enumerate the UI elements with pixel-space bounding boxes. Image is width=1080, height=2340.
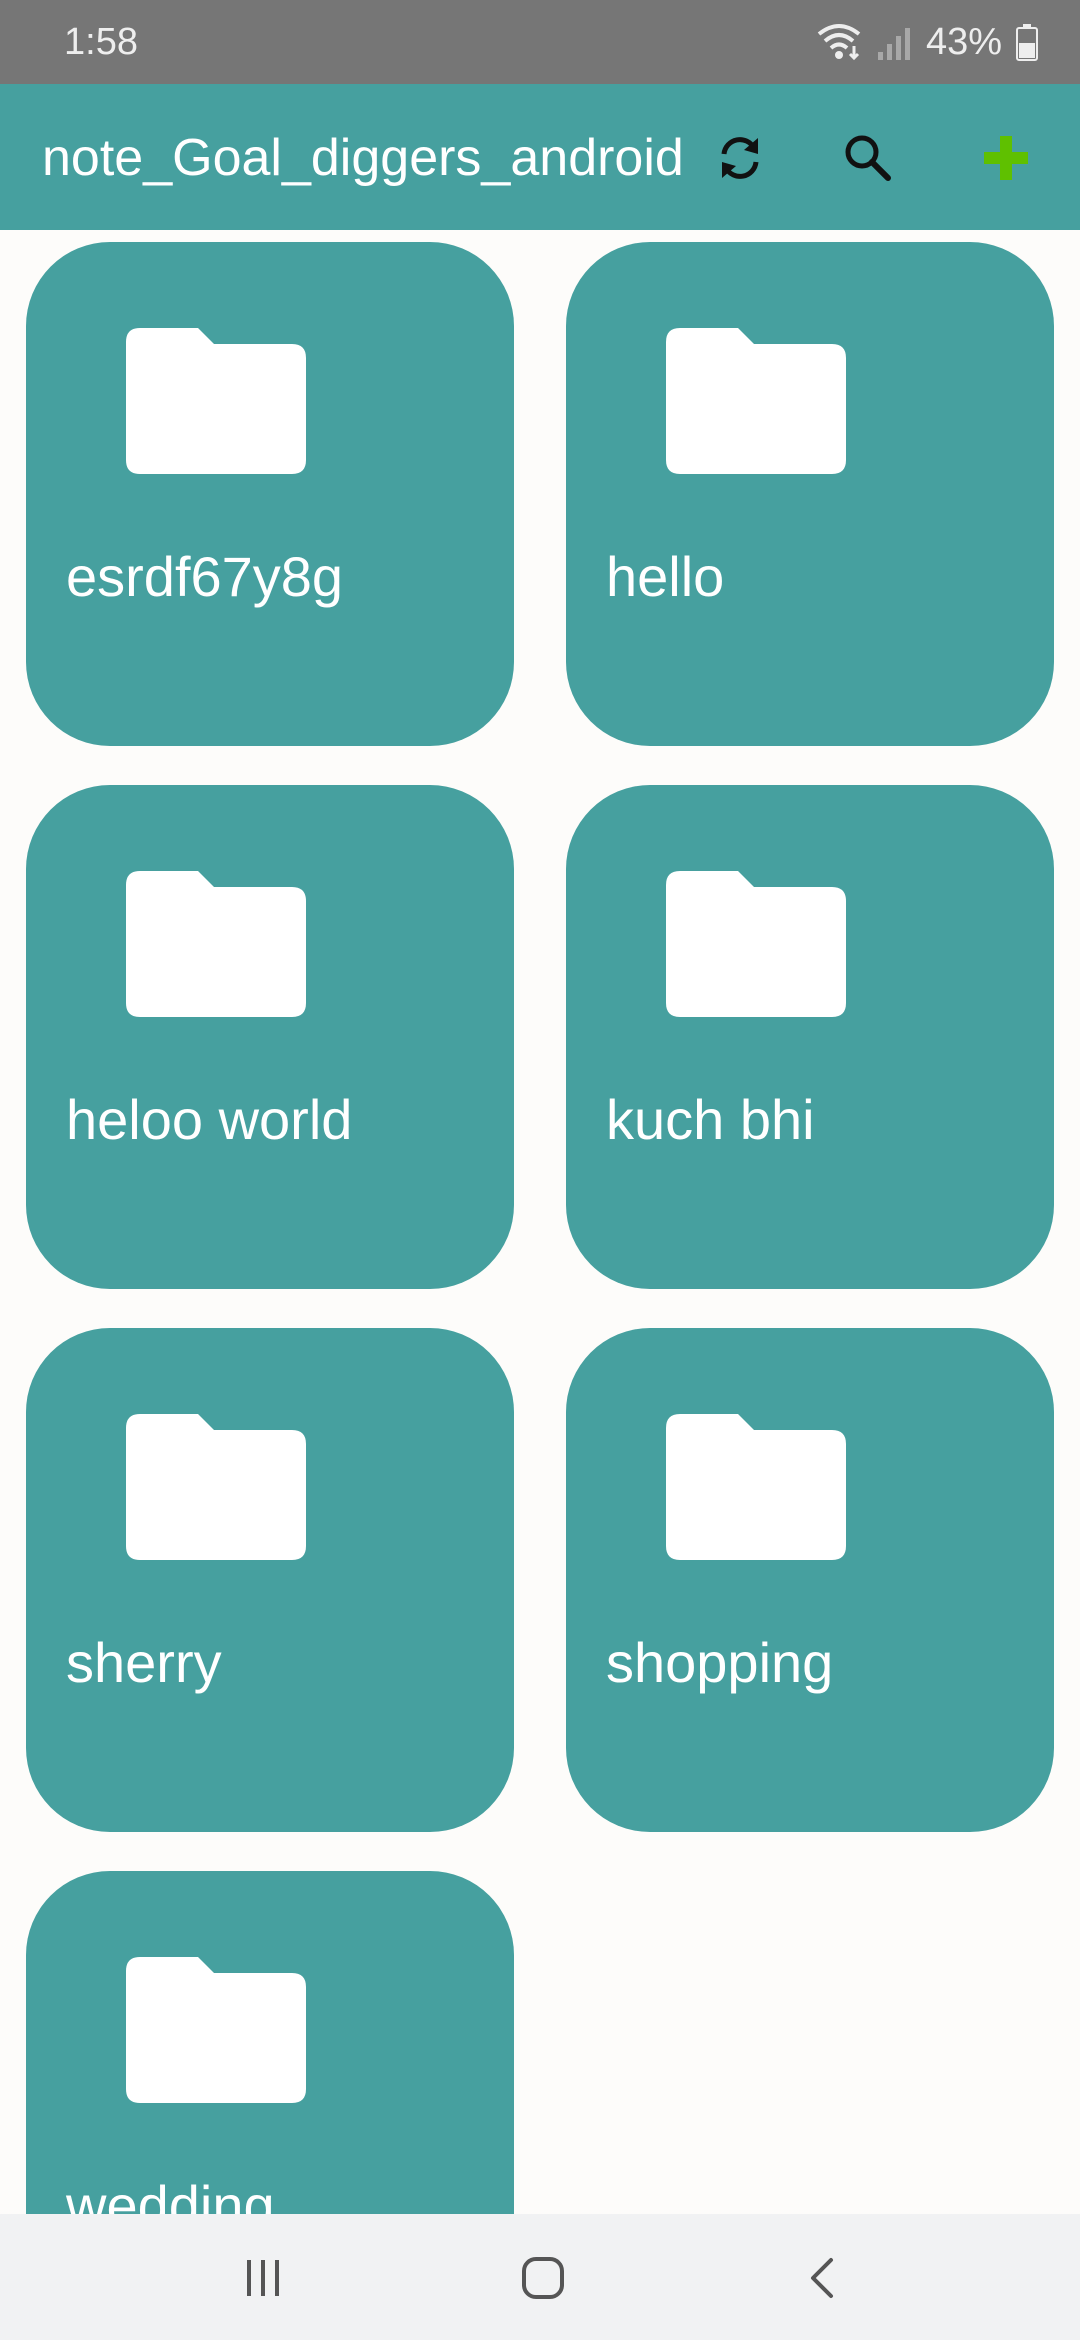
sync-button[interactable]	[704, 122, 776, 194]
wifi-icon	[817, 24, 861, 61]
home-icon	[522, 2257, 564, 2299]
folder-name: kuch bhi	[606, 1088, 815, 1151]
folder-name: esrdf67y8g	[66, 545, 344, 608]
navigation-bar	[0, 2214, 1080, 2340]
home-button[interactable]	[498, 2236, 588, 2320]
battery-percent: 43%	[925, 21, 1002, 63]
folder-card[interactable]: wedding	[26, 1871, 514, 2214]
folder-card[interactable]: shopping	[566, 1328, 1054, 1832]
signal-icon	[877, 28, 910, 60]
folder-name: wedding	[66, 2174, 275, 2214]
search-button[interactable]	[832, 122, 904, 194]
folder-card[interactable]: sherry	[26, 1328, 514, 1832]
battery-icon	[1016, 24, 1038, 61]
folder-name: sherry	[66, 1631, 222, 1694]
folder-card[interactable]: esrdf67y8g	[26, 242, 514, 746]
back-button[interactable]	[778, 2236, 868, 2320]
sync-icon	[721, 137, 759, 179]
folder-card[interactable]: heloo world	[26, 785, 514, 1289]
folder-icon	[666, 871, 846, 1017]
add-folder-button[interactable]	[970, 122, 1042, 194]
app-bar: note_Goal_diggers_android	[0, 84, 1080, 230]
folder-icon	[126, 1957, 306, 2103]
folder-icon	[666, 1414, 846, 1560]
app-title: note_Goal_diggers_android	[42, 129, 684, 187]
recent-apps-button[interactable]	[218, 2236, 308, 2320]
folder-icon	[126, 328, 306, 474]
status-time: 1:58	[64, 21, 138, 63]
search-icon	[845, 135, 891, 181]
back-icon	[811, 2258, 833, 2298]
recent-apps-icon	[247, 2260, 279, 2296]
status-bar: 1:58 43%	[0, 0, 1080, 84]
folder-card[interactable]: hello	[566, 242, 1054, 746]
folder-name: heloo world	[66, 1088, 353, 1151]
folder-grid: esrdf67y8g hello heloo world kuch bhi sh…	[0, 230, 1080, 2214]
folder-icon	[666, 328, 846, 474]
folder-name: hello	[606, 545, 725, 608]
add-icon	[984, 136, 1028, 180]
folder-card[interactable]: kuch bhi	[566, 785, 1054, 1289]
folder-icon	[126, 871, 306, 1017]
folder-icon	[126, 1414, 306, 1560]
folder-name: shopping	[606, 1631, 834, 1694]
status-icons: 43%	[816, 18, 1038, 66]
